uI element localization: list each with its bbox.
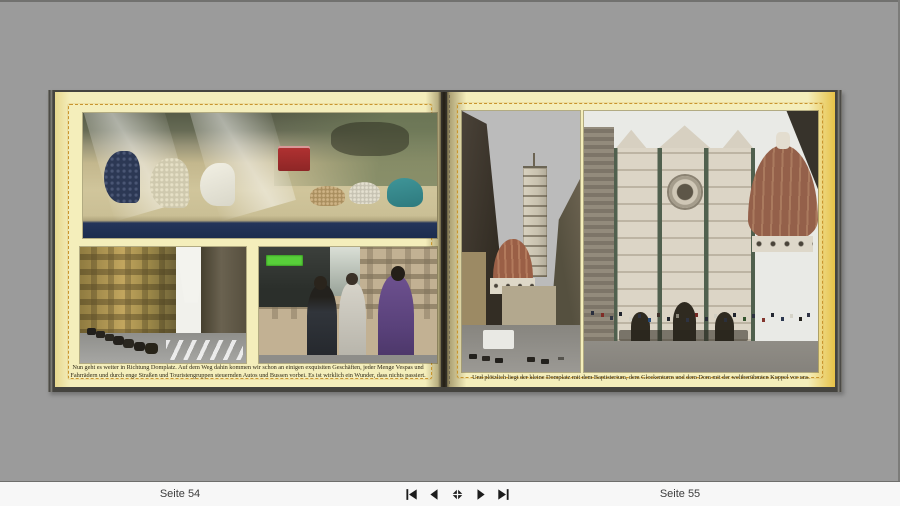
rose-window [669, 176, 701, 207]
book-page-left: Nun geht es weiter in Richtung Domplatz.… [55, 92, 441, 387]
person-head [314, 276, 326, 290]
dome-drum [752, 236, 813, 252]
left-page-caption: Nun geht es weiter in Richtung Domplatz.… [63, 364, 433, 380]
road-markings [166, 340, 242, 360]
visitor-queue [619, 330, 748, 340]
skip-to-last-icon [497, 488, 510, 501]
photobook-preview-window: Nun geht es weiter in Richtung Domplatz.… [0, 0, 900, 506]
white-van [483, 330, 514, 348]
page-number-left: Seite 54 [110, 488, 250, 500]
previous-arrow-icon [428, 488, 441, 501]
person-head [391, 266, 405, 281]
leopard-flat-shoe [310, 186, 345, 206]
mid-buildings [502, 286, 556, 325]
exit-preview-button[interactable] [448, 485, 467, 503]
crowd-of-people [591, 311, 594, 315]
campanile-spire [533, 153, 535, 166]
photo-shoe-shop-window [83, 113, 437, 238]
street-pavement [259, 355, 437, 363]
parked-scooters [87, 328, 96, 335]
ochre-wall [462, 252, 486, 325]
window-top-edge [0, 0, 900, 2]
bus-route-display [266, 255, 303, 265]
photo-street-with-scooters [80, 247, 246, 363]
facade-gables [614, 125, 754, 150]
next-page-button[interactable] [471, 485, 490, 503]
photo-duomo-facade [584, 111, 818, 372]
person-dark-jacket [307, 285, 337, 363]
person-purple-hoodie [378, 275, 414, 363]
person-head [346, 273, 358, 286]
street-pavement [462, 325, 580, 372]
piazza-pavement [584, 341, 818, 372]
book-page-right: Und plötzlich liegt der kleine Domplatz … [447, 92, 835, 387]
page-navigation-controls [402, 485, 513, 503]
spiked-pump-dark [104, 151, 139, 204]
teal-flat-shoe [387, 178, 422, 207]
red-gift-box [278, 146, 310, 171]
dark-accessories [331, 122, 409, 156]
spiked-platform-cream [150, 158, 189, 208]
last-page-button[interactable] [494, 485, 513, 503]
collapse-arrows-icon [451, 488, 464, 501]
photo-bus-and-tourists [259, 247, 437, 363]
page-number-right: Seite 55 [610, 488, 750, 500]
previous-page-button[interactable] [425, 485, 444, 503]
neighbor-building [584, 127, 614, 341]
dome-lantern [776, 132, 790, 149]
right-page-caption: Und plötzlich liegt der kleine Domplatz … [455, 374, 827, 382]
first-page-button[interactable] [402, 485, 421, 503]
studded-flat-shoe [349, 182, 381, 205]
person-light-top [339, 283, 366, 363]
preview-status-bar: Seite 54 Seite 55 [0, 481, 900, 506]
parked-cars [469, 354, 477, 359]
book-spine-fold [438, 92, 450, 387]
white-heel-shoe [200, 163, 235, 206]
photo-street-campanile-dome [462, 111, 580, 372]
next-arrow-icon [474, 488, 487, 501]
skip-to-first-icon [405, 488, 418, 501]
